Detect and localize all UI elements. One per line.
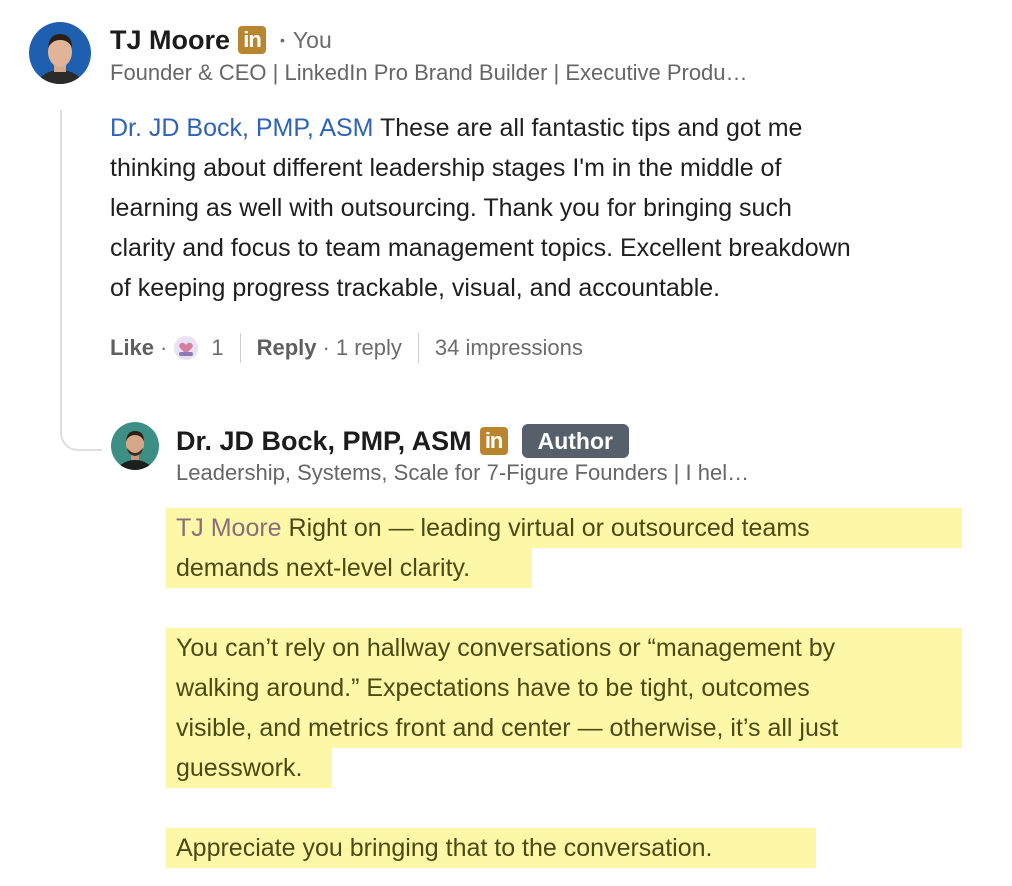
reply-count[interactable]: 1 reply [336, 335, 402, 361]
like-button[interactable]: Like [110, 335, 154, 361]
comment-line-3: learning as well with outsourcing. Thank… [110, 194, 792, 222]
linkedin-badge-icon: in [479, 427, 508, 455]
author-badge: Author [521, 424, 629, 458]
jd-bock-avatar-image [111, 422, 159, 470]
mention-link[interactable]: Dr. JD Bock, PMP, ASM [110, 114, 374, 142]
comment-line-4: clarity and focus to team management top… [110, 234, 851, 262]
reply-line-1: TJ Moore Right on — leading virtual or o… [166, 508, 962, 548]
reply-p3: Appreciate you bringing that to the conv… [166, 828, 816, 868]
avatar[interactable] [111, 422, 159, 470]
comment-actions: Like · 1 Reply · 1 reply 34 impressions [110, 332, 583, 364]
reply-text: Right on — leading virtual or outsourced… [281, 514, 810, 542]
tj-moore-avatar-image [29, 22, 91, 84]
thread-line [60, 110, 62, 435]
you-label: You [292, 26, 332, 53]
action-dot: · [160, 335, 168, 360]
comment-line-2: thinking about different leadership stag… [110, 154, 782, 182]
reaction-count[interactable]: 1 [211, 335, 223, 361]
avatar[interactable] [29, 22, 91, 84]
reply-p2-line-2: walking around.” Expectations have to be… [166, 668, 962, 708]
reply-line-2: demands next-level clarity. [166, 548, 532, 588]
reply-author-headline: Leadership, Systems, Scale for 7-Figure … [176, 460, 750, 485]
action-dot: · [322, 335, 330, 360]
thread-connector [60, 405, 102, 451]
reply-p2-line-3: visible, and metrics front and center — … [166, 708, 962, 748]
impressions-count[interactable]: 34 impressions [435, 335, 583, 361]
reply-header: Dr. JD Bock, PMP, ASM in Author [176, 422, 629, 460]
comment-body: Dr. JD Bock, PMP, ASM These are all fant… [110, 108, 990, 308]
linkedin-badge-icon: in [238, 26, 267, 54]
comment-line-1: Dr. JD Bock, PMP, ASM These are all fant… [110, 108, 990, 148]
meta-separator: • [280, 32, 285, 48]
reply-author-name[interactable]: Dr. JD Bock, PMP, ASM [176, 426, 472, 457]
reaction-icon[interactable] [173, 335, 199, 361]
comment-text: These are all fantastic tips and got me [373, 114, 803, 142]
comment-author-headline: Founder & CEO | LinkedIn Pro Brand Build… [110, 60, 748, 85]
mention-link[interactable]: TJ Moore [176, 514, 282, 542]
comment-header: TJ Moore in • You [110, 22, 332, 58]
action-divider [417, 333, 419, 363]
reply-p2-line-4: guesswork. [166, 748, 332, 788]
action-divider [239, 333, 241, 363]
reply-p2-line-1: You can’t rely on hallway conversations … [166, 628, 962, 668]
comment-line-5: of keeping progress trackable, visual, a… [110, 274, 721, 302]
comment-author-name[interactable]: TJ Moore [110, 25, 230, 56]
reply-button[interactable]: Reply [257, 335, 317, 361]
